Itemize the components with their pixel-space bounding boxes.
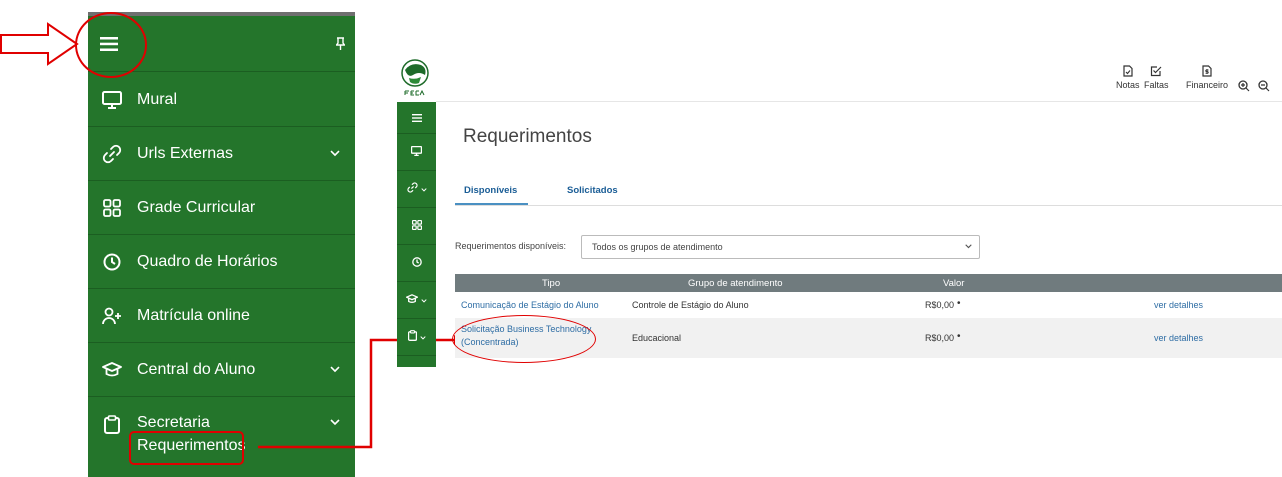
table-row: Comunicação de Estágio do Aluno Controle… (455, 292, 1282, 318)
sidebar-item-central-do-aluno[interactable]: Central do Aluno (88, 343, 355, 397)
sidebar-item-label: Matrícula online (137, 306, 250, 324)
valor-cell: R$0,00 (925, 300, 955, 310)
document-check-icon (1123, 65, 1133, 80)
mini-item-central-do-aluno[interactable] (397, 282, 436, 319)
topbar-divider (436, 101, 1282, 102)
collapsed-sidebar (397, 102, 436, 367)
pointer-arrow-annotation (0, 22, 79, 66)
sidebar-item-urls-externas[interactable]: Urls Externas (88, 127, 355, 181)
valor-cell: R$0,00 (925, 333, 955, 343)
link-icon (102, 144, 122, 164)
zoom-in-icon[interactable] (1238, 79, 1250, 97)
sidebar-item-label: Central do Aluno (137, 360, 256, 378)
column-header-tipo: Tipo (542, 278, 561, 289)
faltas-button[interactable]: Faltas (1144, 65, 1169, 90)
chevron-down-icon (330, 413, 340, 431)
page-title: Requerimentos (463, 126, 592, 147)
column-header-grupo: Grupo de atendimento (688, 278, 783, 289)
hamburger-highlight-circle (75, 12, 147, 78)
fecap-logo (397, 58, 433, 98)
tipo-link[interactable]: Comunicação de Estágio do Aluno (461, 300, 599, 310)
mini-item-quadro-de-horarios[interactable] (397, 245, 436, 282)
filter-label: Requerimentos disponíveis: (455, 241, 567, 251)
mini-hamburger-menu[interactable] (397, 102, 436, 134)
sidebar-item-label: Urls Externas (137, 144, 234, 162)
notas-label: Notas (1116, 80, 1140, 90)
checkbox-icon (1150, 65, 1162, 80)
hamburger-menu-icon (411, 109, 422, 127)
invoice-icon (1202, 65, 1212, 80)
monitor-icon (410, 143, 423, 161)
grupo-cell: Controle de Estágio do Aluno (632, 300, 749, 310)
sidebar-item-label: Grade Curricular (137, 198, 256, 216)
column-header-valor: Valor (943, 278, 965, 289)
ver-detalhes-link[interactable]: ver detalhes (1154, 333, 1203, 343)
grid-icon (102, 198, 122, 218)
mini-item-grade-curricular[interactable] (397, 208, 436, 245)
pin-icon[interactable] (335, 37, 346, 55)
valor-marker: • (957, 331, 961, 342)
chevron-down-icon (421, 295, 427, 305)
sidebar-item-label: Quadro de Horários (137, 252, 278, 270)
clock-icon (102, 252, 122, 272)
mini-item-mural[interactable] (397, 134, 436, 171)
chevron-down-icon (330, 144, 340, 162)
tab-solicitados[interactable]: Solicitados (567, 185, 618, 196)
chevron-down-icon (420, 184, 427, 194)
group-filter-select[interactable]: Todos os grupos de atendimento (581, 235, 980, 259)
grupo-cell: Educacional (632, 333, 682, 343)
sidebar-item-mural[interactable]: Mural (88, 73, 355, 127)
table-header: Tipo Grupo de atendimento Valor (455, 274, 1282, 292)
chevron-down-icon (330, 360, 340, 378)
clipboard-icon (407, 328, 417, 346)
faltas-label: Faltas (1144, 80, 1169, 90)
mini-item-secretaria[interactable] (397, 319, 436, 356)
grid-icon (411, 217, 422, 235)
sidebar-item-label: Mural (137, 90, 178, 108)
graduation-cap-icon (404, 291, 420, 309)
sidebar-item-grade-curricular[interactable]: Grade Curricular (88, 181, 355, 235)
mini-item-urls-externas[interactable] (397, 171, 436, 208)
monitor-icon (102, 90, 122, 110)
clock-icon (411, 254, 422, 272)
tab-disponiveis[interactable]: Disponíveis (464, 185, 517, 196)
solicitacao-highlight-oval (452, 315, 596, 363)
expanded-sidebar: Mural Urls Externas Grade Curricular Qua… (88, 12, 355, 477)
sidebar-item-matricula-online[interactable]: Matrícula online (88, 289, 355, 343)
sidebar-item-quadro-de-horarios[interactable]: Quadro de Horários (88, 235, 355, 289)
link-icon (406, 180, 418, 198)
graduation-cap-icon (102, 360, 122, 380)
tabs-divider (455, 205, 1282, 206)
sidebar-item-label: Secretaria (137, 414, 210, 431)
chevron-down-icon (419, 332, 426, 342)
chevron-down-icon (965, 241, 972, 251)
valor-marker: • (957, 298, 961, 309)
notas-button[interactable]: Notas (1116, 65, 1140, 90)
clipboard-icon (102, 414, 122, 434)
financeiro-label: Financeiro (1186, 80, 1229, 90)
requerimentos-highlight-box (129, 431, 244, 465)
active-tab-indicator (455, 203, 528, 205)
ver-detalhes-link[interactable]: ver detalhes (1154, 300, 1203, 310)
zoom-out-icon[interactable] (1258, 79, 1270, 97)
filter-selected-value: Todos os grupos de atendimento (592, 242, 723, 252)
financeiro-button[interactable]: Financeiro (1186, 65, 1228, 90)
user-plus-icon (102, 306, 122, 326)
